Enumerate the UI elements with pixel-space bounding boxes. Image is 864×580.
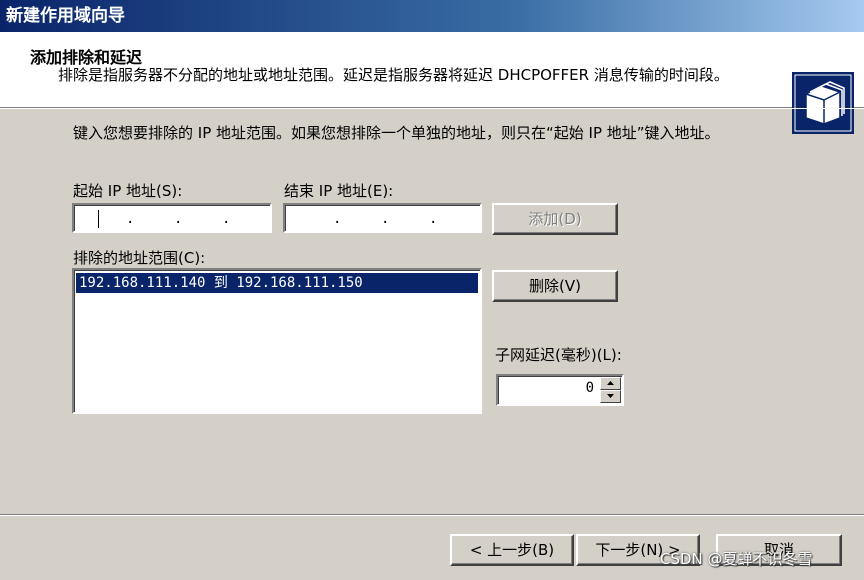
page-title: 添加排除和延迟 <box>30 48 143 67</box>
end-ip-input[interactable]: . . . <box>283 203 482 233</box>
excluded-ranges-list[interactable]: 192.168.111.140 到 192.168.111.150 <box>72 268 482 414</box>
window-title: 新建作用域向导 <box>6 6 125 26</box>
arrow-up-icon <box>607 381 614 385</box>
list-item[interactable]: 192.168.111.140 到 192.168.111.150 <box>76 273 478 293</box>
instruction-text: 键入您想要排除的 IP 地址范围。如果您想排除一个单独的地址，则只在“起始 IP… <box>73 124 720 142</box>
spin-down-button[interactable] <box>600 390 621 403</box>
end-ip-label: 结束 IP 地址(E): <box>284 182 394 200</box>
subnet-delay-spinner[interactable]: 0 <box>496 374 624 406</box>
page-description: 排除是指服务器不分配的地址或地址范围。延迟是指服务器将延迟 DHCPOFFER … <box>58 66 729 84</box>
remove-button[interactable]: 删除(V) <box>492 270 618 302</box>
wizard-header: 添加排除和延迟 排除是指服务器不分配的地址或地址范围。延迟是指服务器将延迟 DH… <box>0 32 864 134</box>
start-ip-label: 起始 IP 地址(S): <box>73 182 183 200</box>
excluded-ranges-label: 排除的地址范围(C): <box>73 249 206 267</box>
back-button[interactable]: < 上一步(B) <box>450 534 574 566</box>
folder-wizard-icon <box>792 72 854 134</box>
footer-separator <box>0 514 864 516</box>
watermark-text: CSDN @夏蝉不识冬雪 <box>660 550 813 568</box>
wizard-window: 新建作用域向导 添加排除和延迟 排除是指服务器不分配的地址或地址范围。延迟是指服… <box>0 0 864 580</box>
text-caret <box>98 210 99 228</box>
add-button[interactable]: 添加(D) <box>492 203 618 235</box>
arrow-down-icon <box>607 394 614 398</box>
subnet-delay-value: 0 <box>585 380 594 396</box>
subnet-delay-label: 子网延迟(毫秒)(L): <box>495 346 622 364</box>
start-ip-input[interactable]: . . . <box>72 203 272 233</box>
title-bar[interactable]: 新建作用域向导 <box>0 0 864 32</box>
spin-up-button[interactable] <box>600 377 621 390</box>
